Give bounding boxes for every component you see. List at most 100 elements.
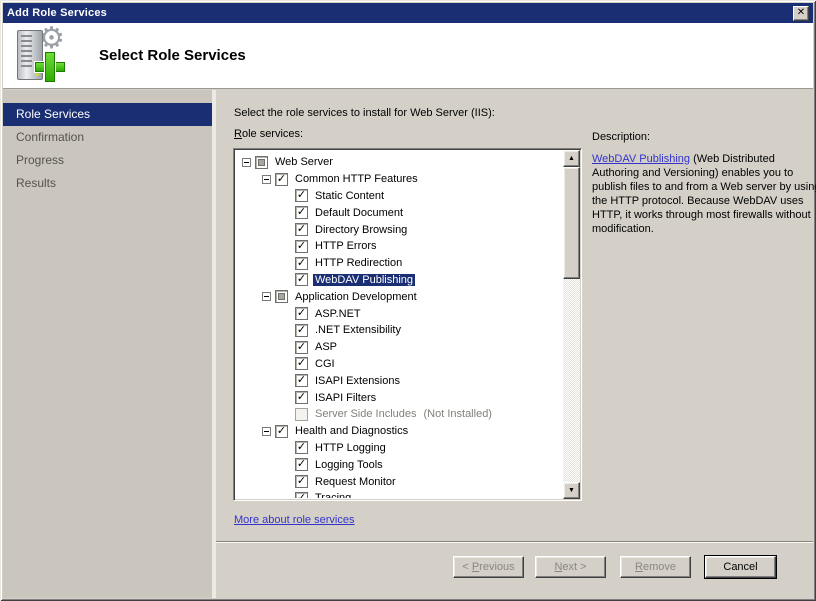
tree-row[interactable]: Web Server: [236, 154, 562, 171]
window-title: Add Role Services: [7, 7, 107, 19]
tree-item-label[interactable]: Request Monitor: [313, 476, 398, 488]
sidebar-item-progress[interactable]: Progress: [3, 149, 212, 172]
scroll-up-icon: ▲: [568, 155, 575, 162]
role-services-tree[interactable]: Web Server ✓ Common HTTP Features ✓ Static C…: [233, 148, 582, 501]
button-row: < Previous Next > Remove Cancel: [453, 556, 776, 578]
tree-item-label[interactable]: HTTP Logging: [313, 442, 388, 454]
tree-row[interactable]: ✓ Health and Diagnostics: [236, 423, 562, 440]
description-text: WebDAV Publishing (Web Distributed Autho…: [592, 152, 816, 236]
tree-row[interactable]: Application Development: [236, 288, 562, 305]
collapse-minus-icon[interactable]: [262, 426, 271, 436]
close-button[interactable]: ✕: [793, 5, 809, 21]
cancel-button[interactable]: Cancel: [705, 556, 776, 578]
tree-item-label[interactable]: Logging Tools: [313, 459, 385, 471]
tree-item-label[interactable]: Tracing: [313, 492, 353, 498]
collapse-minus-icon[interactable]: [262, 292, 271, 302]
tree-row[interactable]: ✓ ISAPI Extensions: [236, 372, 562, 389]
tree-item-label[interactable]: Default Document: [313, 207, 405, 219]
sidebar-item-results[interactable]: Results: [3, 172, 212, 195]
checkbox-partial[interactable]: [275, 290, 288, 304]
checkbox-checked[interactable]: ✓: [295, 475, 308, 489]
webdav-publishing-link[interactable]: WebDAV Publishing: [592, 153, 690, 165]
scrollbar-thumb[interactable]: [563, 167, 580, 279]
tree-row[interactable]: ✓ HTTP Redirection: [236, 255, 562, 272]
checkbox-checked[interactable]: ✓: [275, 424, 288, 438]
previous-button[interactable]: < Previous: [453, 556, 524, 578]
tree-row[interactable]: Server Side Includes (Not Installed): [236, 406, 562, 423]
tree-item-label[interactable]: ASP: [313, 341, 339, 353]
checkbox-checked[interactable]: ✓: [295, 307, 308, 321]
checkbox-checked[interactable]: ✓: [275, 172, 288, 186]
tree-row[interactable]: ✓ ISAPI Filters: [236, 389, 562, 406]
tree-item-label[interactable]: HTTP Errors: [313, 240, 379, 252]
collapse-minus-icon[interactable]: [262, 174, 271, 184]
description-panel: Description: WebDAV Publishing (Web Dist…: [592, 130, 816, 236]
tree-item-label[interactable]: Health and Diagnostics: [293, 425, 410, 437]
tree-row[interactable]: ✓ HTTP Errors: [236, 238, 562, 255]
checkbox-checked[interactable]: ✓: [295, 458, 308, 472]
tree-item-suffix: (Not Installed): [423, 408, 492, 421]
checkbox-checked[interactable]: ✓: [295, 391, 308, 405]
tree-row[interactable]: ✓ Static Content: [236, 188, 562, 205]
remove-button[interactable]: Remove: [620, 556, 691, 578]
tree-row[interactable]: ✓ Directory Browsing: [236, 221, 562, 238]
collapse-minus-icon[interactable]: [242, 157, 251, 167]
description-heading: Description:: [592, 131, 651, 143]
checkbox-checked[interactable]: ✓: [295, 239, 308, 253]
checkbox-checked[interactable]: ✓: [295, 491, 308, 498]
tree-item-label[interactable]: Web Server: [273, 156, 335, 168]
checkbox-checked[interactable]: ✓: [295, 323, 308, 337]
add-role-services-icon: ⚙: [13, 23, 71, 84]
checkbox-checked[interactable]: ✓: [295, 441, 308, 455]
checkbox-partial[interactable]: [255, 155, 268, 169]
tree-row[interactable]: ✓ HTTP Logging: [236, 440, 562, 457]
sidebar-item-confirmation[interactable]: Confirmation: [3, 126, 212, 149]
sidebar-item-role-services[interactable]: Role Services: [3, 103, 212, 126]
scroll-up-button[interactable]: ▲: [563, 150, 580, 167]
tree-row[interactable]: ✓ WebDAV Publishing: [236, 272, 562, 289]
tree-row[interactable]: ✓ ASP: [236, 339, 562, 356]
next-button[interactable]: Next >: [535, 556, 606, 578]
title-bar: Add Role Services ✕: [3, 3, 813, 23]
tree-item-label[interactable]: .NET Extensibility: [313, 324, 403, 336]
tree-scrollbar[interactable]: ▲ ▼: [563, 150, 580, 499]
tree-row[interactable]: ✓ Request Monitor: [236, 473, 562, 490]
tree-row[interactable]: ✓ Tracing: [236, 490, 562, 498]
main-panel: Select the role services to install for …: [216, 90, 816, 598]
tree-row[interactable]: ✓ Common HTTP Features: [236, 171, 562, 188]
checkbox-checked[interactable]: ✓: [295, 256, 308, 270]
tree-item-label[interactable]: Static Content: [313, 190, 386, 202]
instruction-text: Select the role services to install for …: [234, 107, 495, 119]
tree-item-label[interactable]: Application Development: [293, 291, 419, 303]
tree-row[interactable]: ✓ ASP.NET: [236, 305, 562, 322]
checkbox-checked[interactable]: ✓: [295, 374, 308, 388]
checkbox-checked[interactable]: ✓: [295, 206, 308, 220]
plus-icon: [35, 51, 65, 82]
tree-item-label[interactable]: Directory Browsing: [313, 224, 409, 236]
description-body: (Web Distributed Authoring and Versionin…: [592, 153, 816, 235]
wizard-steps-sidebar: Role Services Confirmation Progress Results: [3, 90, 212, 598]
more-about-role-services-link[interactable]: More about role services: [234, 514, 354, 526]
checkbox-checked[interactable]: ✓: [295, 357, 308, 371]
checkbox-checked[interactable]: ✓: [295, 340, 308, 354]
tree-item-label[interactable]: HTTP Redirection: [313, 257, 404, 269]
tree-item-label[interactable]: ISAPI Extensions: [313, 375, 402, 387]
tree-item-label[interactable]: WebDAV Publishing: [313, 273, 416, 286]
role-services-label: Role services:: [234, 128, 304, 140]
tree-item-label[interactable]: Server Side Includes: [313, 408, 419, 420]
tree-item-label[interactable]: CGI: [313, 358, 337, 370]
tree-item-label[interactable]: Common HTTP Features: [293, 173, 420, 185]
tree-item-label[interactable]: ISAPI Filters: [313, 392, 378, 404]
page-title: Select Role Services: [99, 47, 246, 64]
button-separator: [216, 541, 813, 543]
tree-row[interactable]: ✓ .NET Extensibility: [236, 322, 562, 339]
checkbox-checked[interactable]: ✓: [295, 273, 308, 287]
checkbox-checked[interactable]: ✓: [295, 189, 308, 203]
tree-row[interactable]: ✓ CGI: [236, 356, 562, 373]
tree-item-label[interactable]: ASP.NET: [313, 308, 363, 320]
tree-row[interactable]: ✓ Logging Tools: [236, 456, 562, 473]
add-role-services-window: Add Role Services ✕ ⚙ Select Role Servic…: [0, 0, 816, 601]
scroll-down-button[interactable]: ▼: [563, 482, 580, 499]
checkbox-checked[interactable]: ✓: [295, 223, 308, 237]
tree-row[interactable]: ✓ Default Document: [236, 204, 562, 221]
